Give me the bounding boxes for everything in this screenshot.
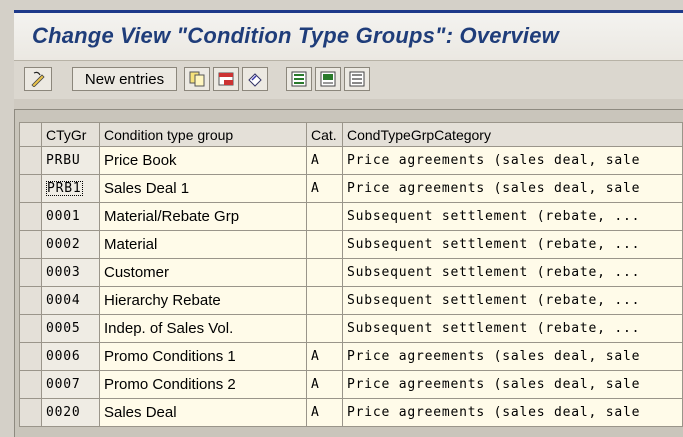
ctygr-cell: 0001	[41, 202, 100, 231]
undo-icon	[248, 73, 262, 87]
condition-type-group-input[interactable]: Material/Rebate Grp	[99, 202, 307, 231]
table-header-row: CTyGr Condition type group Cat. CondType…	[19, 122, 683, 147]
row-selector[interactable]	[19, 342, 42, 371]
cat-input[interactable]: A	[306, 398, 343, 427]
table-row: 0006 Promo Conditions 1 A Price agreemen…	[19, 342, 683, 371]
select-block-icon	[320, 71, 336, 87]
condition-type-group-input[interactable]: Customer	[99, 258, 307, 287]
condtypegrpcategory-cell: Subsequent settlement (rebate, ...	[342, 202, 683, 231]
condition-type-group-input[interactable]: Indep. of Sales Vol.	[99, 314, 307, 343]
table-row: 0005 Indep. of Sales Vol. Subsequent set…	[19, 314, 683, 343]
condtypegrpcategory-cell: Price agreements (sales deal, sale	[342, 398, 683, 427]
row-selector[interactable]	[19, 258, 42, 287]
delete-icon	[218, 72, 234, 86]
condition-type-group-input[interactable]: Sales Deal 1	[99, 174, 307, 203]
cat-input[interactable]	[306, 230, 343, 259]
cat-input[interactable]	[306, 258, 343, 287]
application-toolbar: New entries	[14, 61, 683, 99]
cat-input[interactable]: A	[306, 174, 343, 203]
deselect-all-icon	[349, 71, 365, 87]
cat-input[interactable]: A	[306, 370, 343, 399]
select-all-rows-cell[interactable]	[19, 122, 42, 147]
table-row: 0002 Material Subsequent settlement (reb…	[19, 230, 683, 259]
window-frame	[0, 0, 683, 13]
ctygr-cell: 0007	[41, 370, 100, 399]
copy-button[interactable]	[184, 67, 210, 91]
condtypegrpcategory-cell: Subsequent settlement (rebate, ...	[342, 258, 683, 287]
row-selector[interactable]	[19, 370, 42, 399]
select-all-button[interactable]	[286, 67, 312, 91]
condition-type-group-input[interactable]: Hierarchy Rebate	[99, 286, 307, 315]
column-header-cat[interactable]: Cat.	[306, 122, 343, 147]
condtypegrpcategory-cell: Subsequent settlement (rebate, ...	[342, 314, 683, 343]
condition-type-group-input[interactable]: Price Book	[99, 146, 307, 175]
ctygr-cell: 0020	[41, 398, 100, 427]
column-header-condtypegrpcategory[interactable]: CondTypeGrpCategory	[342, 122, 683, 147]
separator-strip	[14, 99, 683, 109]
condition-type-group-input[interactable]: Promo Conditions 1	[99, 342, 307, 371]
copy-icon	[189, 71, 205, 87]
ctygr-cell: 0003	[41, 258, 100, 287]
delete-button[interactable]	[213, 67, 239, 91]
table-row: 0004 Hierarchy Rebate Subsequent settlem…	[19, 286, 683, 315]
table-row: PRBU Price Book A Price agreements (sale…	[19, 146, 683, 175]
condtypegrpcategory-cell: Price agreements (sales deal, sale	[342, 174, 683, 203]
condtypegrpcategory-cell: Subsequent settlement (rebate, ...	[342, 230, 683, 259]
row-selector[interactable]	[19, 230, 42, 259]
table-area: CTyGr Condition type group Cat. CondType…	[14, 109, 683, 437]
deselect-all-button[interactable]	[344, 67, 370, 91]
condtypegrpcategory-cell: Price agreements (sales deal, sale	[342, 146, 683, 175]
condition-type-groups-table: CTyGr Condition type group Cat. CondType…	[19, 122, 683, 427]
condition-type-group-input[interactable]: Sales Deal	[99, 398, 307, 427]
column-header-ctygr[interactable]: CTyGr	[41, 122, 100, 147]
table-row: 0003 Customer Subsequent settlement (reb…	[19, 258, 683, 287]
row-selector[interactable]	[19, 398, 42, 427]
cat-input[interactable]: A	[306, 146, 343, 175]
cat-input[interactable]	[306, 286, 343, 315]
undo-button[interactable]	[242, 67, 268, 91]
condition-type-group-input[interactable]: Material	[99, 230, 307, 259]
row-selector[interactable]	[19, 314, 42, 343]
row-selector[interactable]	[19, 146, 42, 175]
table-row: 0020 Sales Deal A Price agreements (sale…	[19, 398, 683, 427]
ctygr-cell: 0006	[41, 342, 100, 371]
focused-key-value[interactable]: PRB1	[46, 181, 83, 196]
new-entries-button[interactable]: New entries	[72, 67, 177, 91]
column-header-condition-type-group[interactable]: Condition type group	[99, 122, 307, 147]
cat-input[interactable]	[306, 202, 343, 231]
condtypegrpcategory-cell: Price agreements (sales deal, sale	[342, 370, 683, 399]
title-bar: Change View "Condition Type Groups": Ove…	[14, 13, 683, 61]
ctygr-cell: 0002	[41, 230, 100, 259]
ctygr-cell: PRB1	[41, 174, 100, 203]
condtypegrpcategory-cell: Price agreements (sales deal, sale	[342, 342, 683, 371]
table-row: 0007 Promo Conditions 2 A Price agreemen…	[19, 370, 683, 399]
row-selector[interactable]	[19, 286, 42, 315]
ctygr-cell: 0004	[41, 286, 100, 315]
select-block-button[interactable]	[315, 67, 341, 91]
condtypegrpcategory-cell: Subsequent settlement (rebate, ...	[342, 286, 683, 315]
row-selector[interactable]	[19, 174, 42, 203]
table-row: 0001 Material/Rebate Grp Subsequent sett…	[19, 202, 683, 231]
cat-input[interactable]	[306, 314, 343, 343]
ctygr-cell: PRBU	[41, 146, 100, 175]
row-selector[interactable]	[19, 202, 42, 231]
page-title: Change View "Condition Type Groups": Ove…	[32, 23, 559, 48]
cat-input[interactable]: A	[306, 342, 343, 371]
change-display-button[interactable]	[24, 67, 52, 91]
change-display-icon	[31, 71, 45, 87]
table-row: PRB1 Sales Deal 1 A Price agreements (sa…	[19, 174, 683, 203]
ctygr-cell: 0005	[41, 314, 100, 343]
condition-type-group-input[interactable]: Promo Conditions 2	[99, 370, 307, 399]
select-all-icon	[291, 71, 307, 87]
